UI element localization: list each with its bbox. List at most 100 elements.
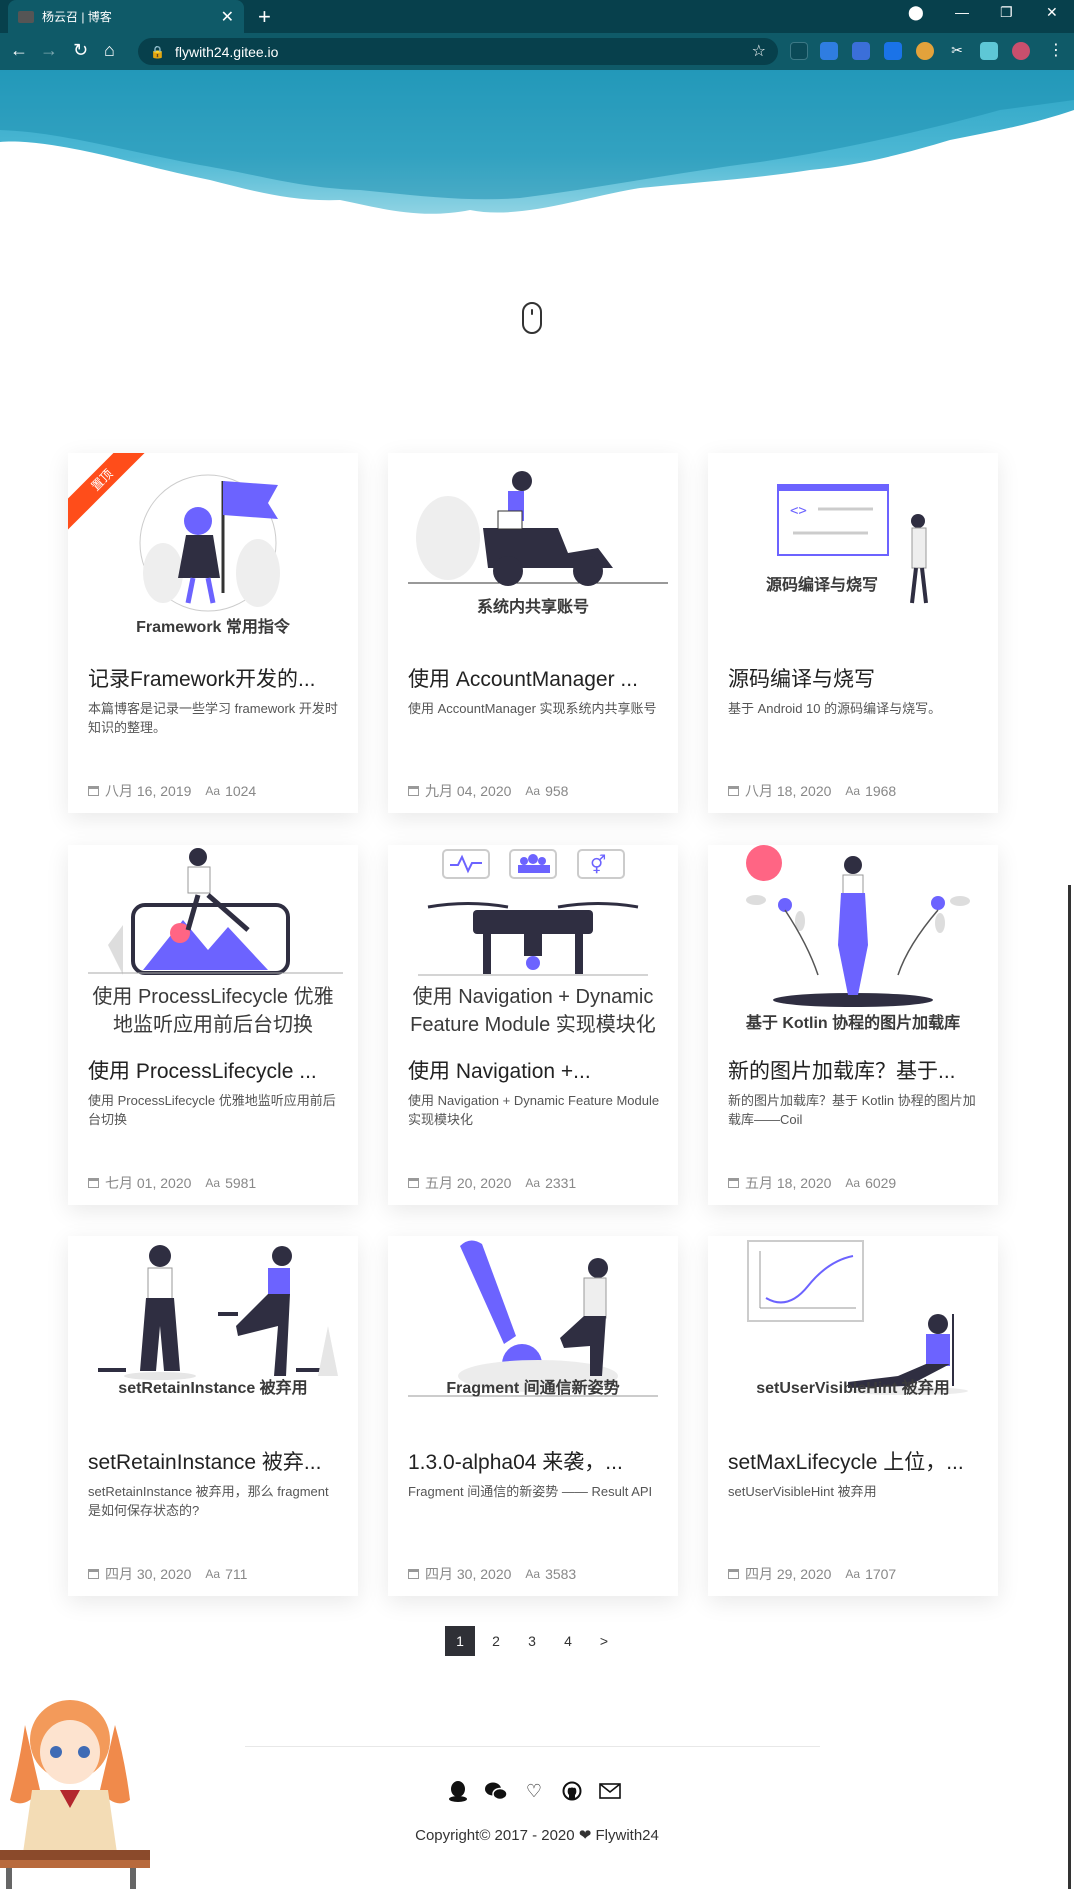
address-bar[interactable]: 🔒 flywith24.gitee.io ☆	[138, 38, 778, 65]
post-card[interactable]: 系统内共享账号 使用 AccountManager ... 使用 Account…	[388, 453, 678, 813]
post-title[interactable]: 记录Framework开发的...	[88, 663, 344, 693]
cover-caption: 使用 ProcessLifecycle 优雅	[92, 986, 334, 1008]
post-cover-image	[388, 453, 678, 653]
post-summary: 使用 AccountManager 实现系统内共享账号	[408, 701, 657, 716]
reload-icon[interactable]: ↻	[73, 40, 88, 61]
new-tab-icon[interactable]: +	[258, 4, 271, 30]
post-word-count: 958	[545, 783, 569, 799]
mail-icon[interactable]	[598, 1779, 622, 1803]
bookmark-star-icon[interactable]: ☆	[752, 41, 766, 61]
github-icon[interactable]	[560, 1779, 584, 1803]
anime-mascot-widget[interactable]	[0, 1690, 150, 1889]
next-page-button[interactable]: >	[589, 1626, 619, 1656]
post-card[interactable]: 基于 Kotlin 协程的图片加载库 新的图片加载库？基于... 新的图片加载库…	[708, 845, 998, 1205]
post-word-count: 1024	[225, 783, 257, 799]
post-meta: 四月 29, 2020 Aа 1707	[728, 1564, 896, 1584]
scroll-down-mouse-icon[interactable]	[522, 302, 542, 334]
calendar-icon	[728, 1178, 739, 1188]
post-title[interactable]: 源码编译与烧写	[728, 663, 984, 693]
extension-icon[interactable]	[852, 42, 870, 60]
cover-caption: 地监听应用前后台切换	[113, 1014, 313, 1036]
post-cover-image	[388, 1236, 678, 1436]
post-date: 四月 30, 2020	[105, 1566, 192, 1582]
post-title[interactable]: 使用 ProcessLifecycle ...	[88, 1055, 344, 1085]
post-title[interactable]: setRetainInstance 被弃...	[88, 1446, 344, 1476]
scrollbar[interactable]	[1068, 885, 1071, 1889]
post-title[interactable]: 新的图片加载库？基于...	[728, 1055, 984, 1085]
post-date: 九月 04, 2020	[425, 783, 512, 799]
browser-tab[interactable]: 杨云召 | 博客 ✕	[8, 0, 244, 33]
minimize-icon[interactable]: —	[955, 4, 969, 20]
page-3-button[interactable]: 3	[517, 1626, 547, 1656]
post-summary: 使用 ProcessLifecycle 优雅地监听应用前后台切换	[88, 1093, 336, 1127]
cover-caption: 系统内共享账号	[476, 599, 589, 616]
post-word-count: 1707	[865, 1566, 897, 1582]
hero-banner	[0, 70, 1074, 240]
calendar-icon	[728, 786, 739, 796]
post-summary: 基于 Android 10 的源码编译与烧写。	[728, 701, 942, 716]
profile-menu-icon[interactable]: ⬤	[908, 4, 924, 21]
profile-avatar[interactable]	[1012, 42, 1030, 60]
page-4-button[interactable]: 4	[553, 1626, 583, 1656]
wechat-icon[interactable]	[484, 1779, 508, 1803]
heart-icon[interactable]: ♡	[522, 1779, 546, 1803]
forward-icon[interactable]: →	[40, 40, 58, 61]
calendar-icon	[408, 1569, 419, 1579]
page-1-button[interactable]: 1	[445, 1626, 475, 1656]
post-summary: 新的图片加载库？基于 Kotlin 协程的图片加载库——Coil	[728, 1093, 976, 1127]
post-card[interactable]: ⚥ 使用 Navigation + Dynamic Feature Module…	[388, 845, 678, 1205]
post-title[interactable]: 使用 AccountManager ...	[408, 663, 664, 693]
post-title[interactable]: 使用 Navigation +...	[408, 1055, 664, 1085]
window-close-icon[interactable]: ✕	[1046, 4, 1058, 21]
extension-icon[interactable]	[884, 42, 902, 60]
post-word-count: 5981	[225, 1175, 257, 1191]
maximize-icon[interactable]: ❐	[1000, 4, 1013, 21]
back-icon[interactable]: ←	[10, 40, 28, 61]
address-toolbar: ← → ↻ ⌂ 🔒 flywith24.gitee.io ☆ ✂ ⋮	[0, 33, 1074, 70]
extension-icon[interactable]	[820, 42, 838, 60]
post-cover-image	[708, 1236, 998, 1436]
scissors-icon[interactable]: ✂	[948, 42, 966, 60]
post-card[interactable]: setUserVisibleHint 被弃用 setMaxLifecycle 上…	[708, 1236, 998, 1596]
copyright-text: Copyright© 2017 - 2020 ❤ Flywith24	[415, 1827, 659, 1844]
post-cover-image: <>	[708, 453, 998, 653]
footer-divider	[245, 1746, 820, 1747]
post-card[interactable]: 置顶 Framework 常用指令 记录Framework开发的... 本篇博客…	[68, 453, 358, 813]
post-word-count: 1968	[865, 783, 897, 799]
page-2-button[interactable]: 2	[481, 1626, 511, 1656]
post-word-count: 3583	[545, 1566, 577, 1582]
qq-icon[interactable]	[446, 1779, 470, 1803]
post-date: 五月 18, 2020	[745, 1175, 832, 1191]
post-meta: 八月 16, 2019 Aа 1024	[88, 781, 256, 801]
calendar-icon	[88, 1178, 99, 1188]
url-text: flywith24.gitee.io	[174, 43, 279, 60]
extension-icon[interactable]	[916, 42, 934, 60]
post-summary: Fragment 间通信的新姿势 —— Result API	[408, 1484, 653, 1499]
cover-caption: 基于 Kotlin 协程的图片加载库	[745, 1015, 961, 1032]
post-card[interactable]: 使用 ProcessLifecycle 优雅 地监听应用前后台切换 使用 Pro…	[68, 845, 358, 1205]
post-title[interactable]: setMaxLifecycle 上位，...	[728, 1446, 984, 1476]
cover-caption: Fragment 间通信新姿势	[446, 1380, 620, 1397]
social-links: ♡	[446, 1779, 622, 1803]
post-meta: 四月 30, 2020 Aа 711	[88, 1564, 247, 1584]
post-card[interactable]: <> 源码编译与烧写 源码编译与烧写 基于 Android 10 的源码编译与烧…	[708, 453, 998, 813]
post-title[interactable]: 1.3.0-alpha04 来袭，...	[408, 1446, 664, 1476]
home-icon[interactable]: ⌂	[104, 40, 115, 61]
svg-text:⚥: ⚥	[590, 854, 606, 876]
post-card[interactable]: setRetainInstance 被弃用 setRetainInstance …	[68, 1236, 358, 1596]
post-summary: 使用 Navigation + Dynamic Feature Module 实…	[408, 1093, 660, 1127]
post-date: 四月 29, 2020	[745, 1566, 832, 1582]
word-count-icon: Aа	[205, 784, 221, 798]
tab-close-icon[interactable]: ✕	[221, 7, 234, 27]
extensions-puzzle-icon[interactable]	[980, 42, 998, 60]
post-meta: 四月 30, 2020 Aа 3583	[408, 1564, 576, 1584]
post-summary: setRetainInstance 被弃用，那么 fragment 是如何保存状…	[88, 1484, 329, 1518]
more-menu-icon[interactable]: ⋮	[1048, 40, 1064, 60]
calendar-icon	[408, 786, 419, 796]
cover-caption: Feature Module 实现模块化	[410, 1014, 656, 1036]
word-count-icon: Aа	[205, 1567, 221, 1581]
post-card[interactable]: Fragment 间通信新姿势 1.3.0-alpha04 来袭，... Fra…	[388, 1236, 678, 1596]
bookmark-icon[interactable]	[790, 42, 808, 60]
post-word-count: 711	[225, 1566, 248, 1582]
calendar-icon	[728, 1569, 739, 1579]
